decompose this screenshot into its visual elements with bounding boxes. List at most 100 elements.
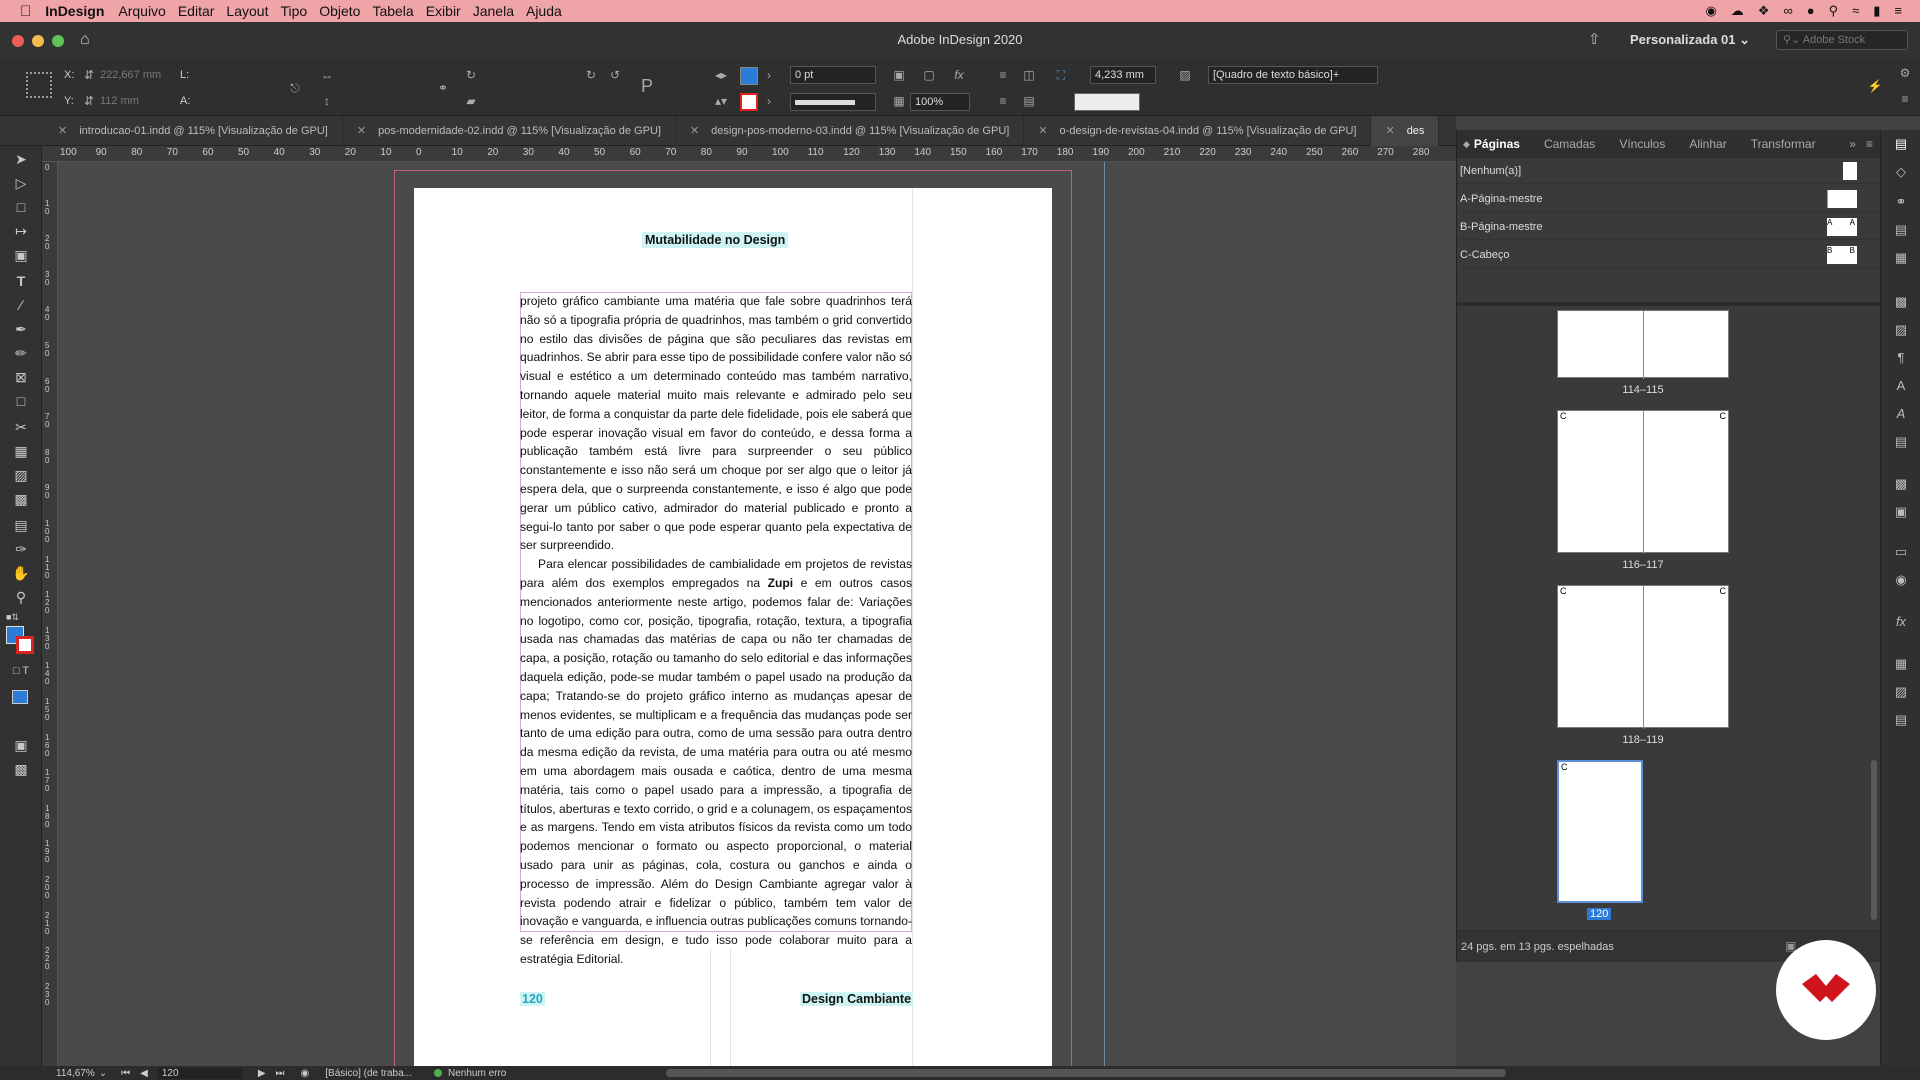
scale-x-icon[interactable]: ↔ <box>318 67 336 83</box>
folio-page-number[interactable]: 120 <box>520 992 545 1006</box>
flip-vertical-icon[interactable]: ▴▾ <box>712 93 730 109</box>
tab-pos-modernidade[interactable]: ✕ pos-modernidade-02.indd @ 115% [Visuali… <box>343 115 676 146</box>
auto-size-icon[interactable]: ⛶ <box>1052 67 1070 83</box>
constrain-proportions-icon[interactable]: ⎋ <box>286 80 304 96</box>
pen-tool-icon[interactable]: ✒ <box>9 318 33 340</box>
glyphs-icon[interactable]: ▤ <box>1891 434 1911 452</box>
running-footer[interactable]: Design Cambiante <box>800 992 914 1006</box>
drop-shadow-icon[interactable]: ▢ <box>920 67 938 83</box>
layers-panel-icon[interactable]: ◇ <box>1891 164 1911 182</box>
rotate-cw-icon[interactable]: ↻ <box>582 67 600 83</box>
open-page-icon[interactable]: ◉ <box>301 1068 310 1079</box>
menu-tabela[interactable]: Tabela <box>372 3 425 19</box>
stroke-color-swatch[interactable] <box>16 636 34 654</box>
pages-panel-icon[interactable]: ▤ <box>1891 136 1911 154</box>
vertical-justify-icon[interactable]: ≡ <box>994 93 1012 109</box>
table-icon[interactable]: ▦ <box>1891 656 1911 674</box>
menu-tipo[interactable]: Tipo <box>280 3 319 19</box>
gradient-feather-tool-icon[interactable]: ▩ <box>9 488 33 510</box>
maximize-window-button[interactable] <box>52 35 64 47</box>
object-style-select[interactable]: [Quadro de texto básico]+ <box>1208 66 1378 84</box>
app-menu[interactable]: InDesign <box>45 3 118 19</box>
text-frame-options-icon[interactable]: ▨ <box>1176 67 1194 83</box>
tab-design-pos-moderno[interactable]: ✕ design-pos-moderno-03.indd @ 115% [Visu… <box>676 115 1025 146</box>
apple-icon[interactable]:  <box>0 3 45 20</box>
gutter-field[interactable]: 4,233 mm <box>1090 66 1156 84</box>
gradient-swatch-tool-icon[interactable]: ▨ <box>9 464 33 486</box>
opacity-field[interactable]: 100% <box>910 93 970 111</box>
preflight-profile[interactable]: [Básico] (de traba... <box>325 1068 412 1079</box>
hand-tool-icon[interactable]: ✋ <box>9 562 33 584</box>
tab-paginas[interactable]: Páginas <box>1470 137 1532 151</box>
prev-page-icon[interactable]: ◀ <box>140 1068 148 1079</box>
note-tool-icon[interactable]: ▤ <box>9 514 33 536</box>
tab-introducao[interactable]: ✕ introducao-01.indd @ 115% [Visualização… <box>0 115 343 146</box>
panel-divider[interactable] <box>1457 302 1881 306</box>
baseline-icon[interactable]: ▤ <box>1020 93 1038 109</box>
menu-layout[interactable]: Layout <box>226 3 280 19</box>
search-icon[interactable]: ⚲ <box>1829 3 1839 19</box>
gradient-icon[interactable]: ▭ <box>1891 544 1911 562</box>
y-field[interactable]: 112 mm <box>100 95 139 107</box>
x-field[interactable]: 222,667 mm <box>100 69 161 81</box>
master-none[interactable]: [Nenhum(a)] <box>1457 158 1881 184</box>
fill-menu-arrow-icon[interactable]: › <box>760 67 778 83</box>
opacity-icon[interactable]: ▦ <box>890 93 908 109</box>
creative-cloud-icon[interactable]: ∞ <box>1783 3 1792 19</box>
close-tab-icon[interactable]: ✕ <box>58 124 67 137</box>
type-on-path-icon[interactable]: P <box>638 77 656 95</box>
align-panel-icon[interactable]: ▤ <box>1891 222 1911 240</box>
transform-panel-icon[interactable]: ▦ <box>1891 250 1911 268</box>
links-panel-icon[interactable]: ⚭ <box>1891 194 1911 212</box>
x-stepper-icon[interactable]: ⇵ <box>80 67 98 83</box>
tab-camadas[interactable]: Camadas <box>1532 137 1607 151</box>
cc-libraries-icon[interactable]: ▣ <box>1891 504 1911 522</box>
screen-mode-icon[interactable]: ▣ <box>9 734 33 756</box>
close-tab-icon[interactable]: ✕ <box>1038 124 1047 137</box>
record-icon[interactable]: ◉ <box>1705 3 1716 19</box>
horizontal-ruler[interactable]: 100 90 80 70 60 50 40 30 20 10 0 10 20 30 40 50 60 70 80 90… <box>42 146 1456 162</box>
stroke-menu-arrow-icon[interactable]: › <box>760 93 778 109</box>
master-c[interactable]: C-Cabeço B B <box>1457 242 1881 268</box>
running-header[interactable]: Mutabilidade no Design <box>642 232 789 248</box>
body-text[interactable]: projeto gráfico cambiante uma matéria qu… <box>520 292 912 969</box>
settings-gear-icon[interactable]: ⚙ <box>1896 65 1914 81</box>
stroke-swatch[interactable] <box>740 93 758 111</box>
menu-ajuda[interactable]: Ajuda <box>526 3 574 19</box>
panel-menu-icon[interactable]: ≡ <box>1866 137 1881 151</box>
zoom-dropdown-icon[interactable]: ⌄ <box>99 1068 107 1079</box>
apply-color-icon[interactable] <box>12 690 28 704</box>
cloud-icon[interactable]: ☁ <box>1731 3 1744 19</box>
stroke-weight-field[interactable]: 0 pt <box>790 66 876 84</box>
menu-extras-icon[interactable]: ≡ <box>1894 3 1902 19</box>
pencil-tool-icon[interactable]: ✏ <box>9 342 33 364</box>
tab-active-document[interactable]: ✕ des <box>1371 115 1440 146</box>
collapse-icon[interactable]: ◆ <box>1457 139 1470 150</box>
spread-thumb-114-115[interactable] <box>1557 310 1729 379</box>
vertical-ruler[interactable]: 0 1 0 2 0 3 0 4 0 5 0 6 0 7 0 8 0 9 0 1 0 0 1 1 0 1 … <box>42 162 58 1066</box>
document-canvas[interactable]: Mutabilidade no Design 120 Design Cambia… <box>58 162 1456 1066</box>
character-styles-icon[interactable]: A <box>1891 378 1911 396</box>
close-window-button[interactable] <box>12 35 24 47</box>
type-tool-icon[interactable]: T <box>9 270 33 292</box>
line-tool-icon[interactable]: ∕ <box>9 294 33 316</box>
zoom-level[interactable]: 114,67% <box>56 1068 95 1079</box>
view-mode-icon[interactable]: ▩ <box>9 758 33 780</box>
close-tab-icon[interactable]: ✕ <box>357 124 366 137</box>
bear-icon[interactable]: ● <box>1807 3 1815 19</box>
tab-transformar[interactable]: Transformar <box>1739 137 1828 151</box>
menu-arquivo[interactable]: Arquivo <box>118 3 177 19</box>
shear-icon[interactable]: ▰ <box>462 93 480 109</box>
cell-styles-icon[interactable]: ▤ <box>1891 712 1911 730</box>
dropbox-icon[interactable]: ❖ <box>1758 3 1770 19</box>
menu-exibir[interactable]: Exibir <box>426 3 473 19</box>
rectangle-tool-icon[interactable]: □ <box>9 390 33 412</box>
flip-horizontal-icon[interactable]: ◂▸ <box>712 67 730 83</box>
home-icon[interactable]: ⌂ <box>80 31 90 49</box>
close-tab-icon[interactable]: ✕ <box>1385 124 1394 137</box>
free-transform-tool-icon[interactable]: ▦ <box>9 440 33 462</box>
page-number-field[interactable]: 120 <box>157 1067 242 1079</box>
formatting-container-icon[interactable]: □ T <box>9 660 33 682</box>
columns-icon[interactable]: ◫ <box>1020 67 1038 83</box>
link-icon[interactable]: ⚭ <box>434 80 452 96</box>
